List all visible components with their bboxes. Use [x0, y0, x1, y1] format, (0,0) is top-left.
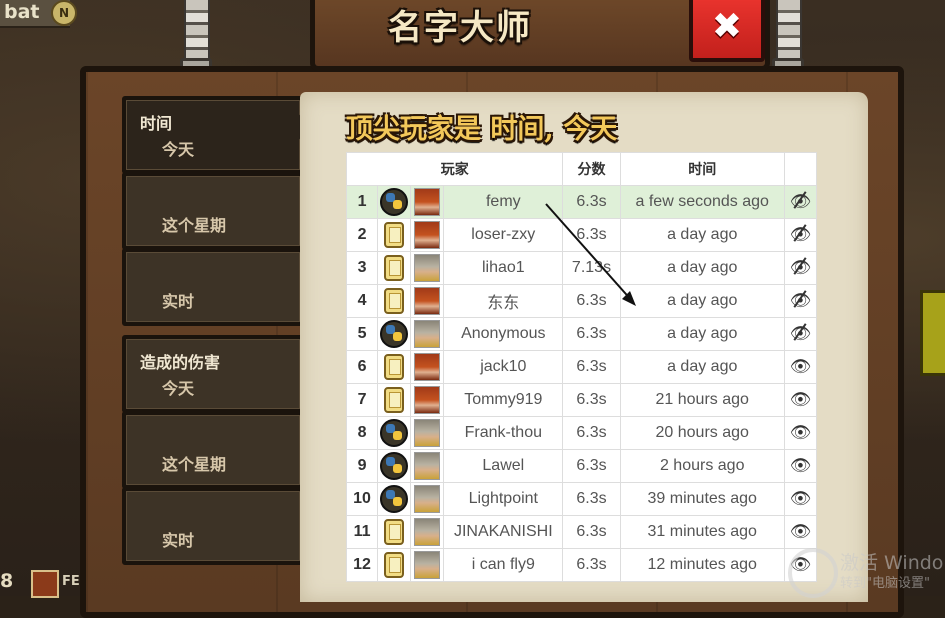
watermark-logo-icon — [788, 548, 838, 598]
activation-watermark-sub: 转到"电脑设置" — [840, 576, 930, 591]
annotation-arrow — [545, 203, 636, 306]
annotation-arrow-line — [545, 203, 634, 303]
activation-watermark: 激活 Windo — [840, 552, 944, 574]
